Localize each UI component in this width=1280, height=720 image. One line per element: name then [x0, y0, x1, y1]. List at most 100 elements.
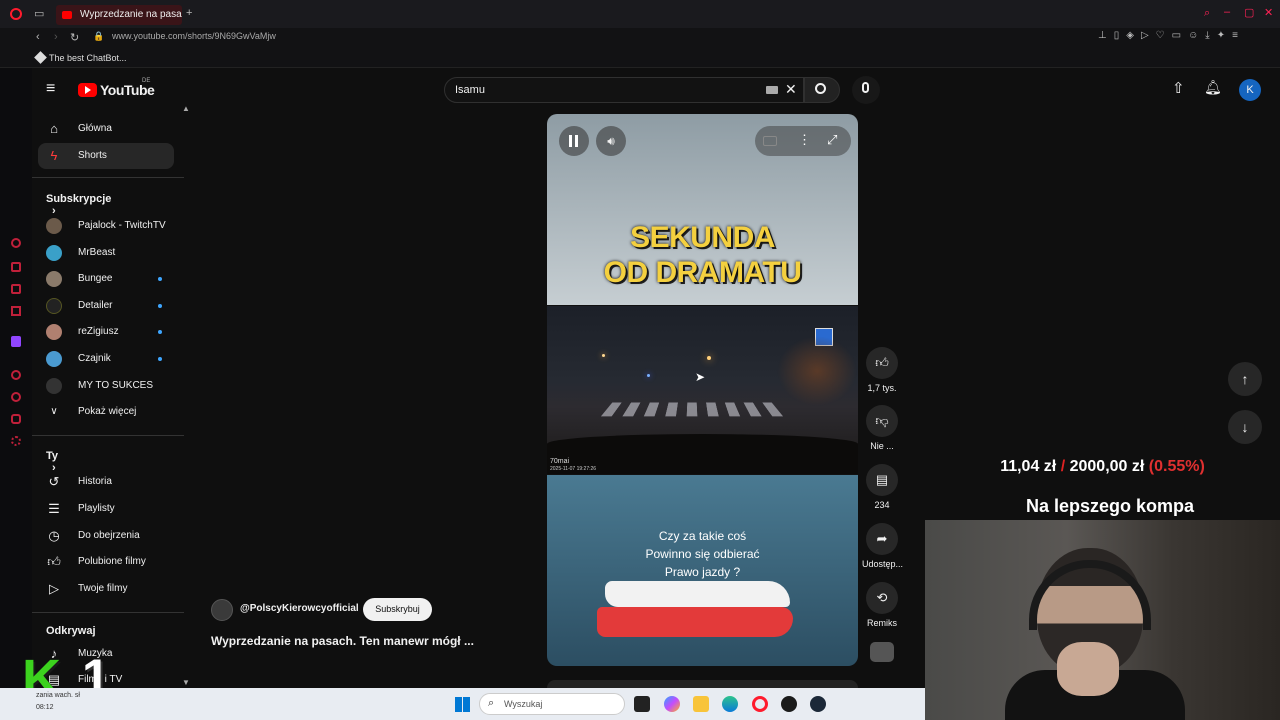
- channel-avatar[interactable]: [211, 599, 233, 621]
- donation-current: 11,04 zł: [1000, 458, 1057, 475]
- opera-logo-icon[interactable]: [10, 8, 22, 20]
- download-icon[interactable]: ⤓: [1205, 30, 1216, 41]
- like-button[interactable]: 👍︎ 1,7 tys.: [862, 347, 902, 393]
- channel-avatar: [46, 378, 62, 394]
- tab-overview-icon[interactable]: ▭: [34, 7, 44, 20]
- fullscreen-icon[interactable]: ⤢: [827, 132, 837, 148]
- sidebar-settings-icon[interactable]: [11, 436, 21, 446]
- browser-toolbar-icons: ⊥▯◈▷♡▭☺⤓✦≡: [1098, 30, 1245, 41]
- pin-icon[interactable]: ⊥: [1098, 30, 1114, 41]
- url-field[interactable]: www.youtube.com/shorts/9N69GwVaMjw: [112, 31, 276, 41]
- sidebar-item-your-videos[interactable]: ▷ Twoje filmy: [38, 576, 174, 602]
- close-window-icon[interactable]: ✕: [1264, 6, 1273, 19]
- share-button[interactable]: ➦ Udostęp...: [862, 523, 903, 569]
- taskbar-search-input[interactable]: Wyszukaj: [504, 699, 542, 709]
- upload-icon[interactable]: ⇧: [1172, 79, 1185, 97]
- sidebar-player-icon[interactable]: [11, 370, 21, 380]
- captions-icon[interactable]: [763, 136, 777, 146]
- subscription-item[interactable]: Detailer: [38, 293, 174, 319]
- copilot-icon[interactable]: [664, 696, 680, 712]
- tab-active[interactable]: Wyprzedzanie na pasa: [56, 5, 182, 25]
- youtube-favicon-icon: [62, 11, 72, 19]
- clear-search-icon[interactable]: ✕: [785, 81, 797, 98]
- sidebar-scroll-up-icon[interactable]: ▲: [182, 104, 190, 113]
- sidebar-twitch-icon[interactable]: [11, 336, 21, 347]
- play-icon[interactable]: ▷: [1141, 30, 1156, 41]
- hamburger-menu-icon[interactable]: ≡: [46, 80, 55, 98]
- volume-icon: 🔊︎: [607, 134, 615, 148]
- steam-icon[interactable]: [810, 696, 826, 712]
- previous-short-button[interactable]: ↑: [1228, 362, 1262, 396]
- sidebar-item-home[interactable]: ⌂ Główna: [38, 116, 174, 142]
- youtube-logo-text: YouTube: [100, 82, 155, 98]
- sidebar-item-playlists[interactable]: ☰ Playlisty: [38, 496, 174, 522]
- task-view-icon[interactable]: [634, 696, 650, 712]
- avatar[interactable]: K: [1239, 79, 1261, 101]
- subscription-item[interactable]: Czajnik: [38, 346, 174, 372]
- taskbar-search[interactable]: ⌕ Wyszukaj: [479, 693, 625, 715]
- subscribe-button[interactable]: Subskrybuj: [363, 598, 432, 621]
- keyboard-icon[interactable]: [766, 86, 778, 94]
- shorts-icon: ϟ: [50, 148, 58, 163]
- notifications-bell-icon[interactable]: 🔔︎: [1204, 79, 1222, 96]
- more-options-icon[interactable]: ⋮: [798, 132, 811, 148]
- subscription-item[interactable]: Bungee: [38, 266, 174, 292]
- next-short-button[interactable]: ↓: [1228, 410, 1262, 444]
- volume-button[interactable]: 🔊︎: [596, 126, 626, 156]
- search-box[interactable]: Isamu ✕: [444, 77, 804, 103]
- pause-button[interactable]: [559, 126, 589, 156]
- channel-name[interactable]: @PolscyKierowcyofficial: [240, 603, 359, 614]
- sidebar-scroll-down-icon[interactable]: ▼: [182, 678, 190, 687]
- comments-button[interactable]: ▤ 234: [862, 464, 902, 510]
- shorts-player[interactable]: SEKUNDA OD DRAMATU 70mai 2025-11-07 19:2…: [547, 114, 858, 666]
- windows-start-icon[interactable]: [455, 697, 470, 712]
- reload-icon[interactable]: ↻: [70, 31, 79, 44]
- forward-icon[interactable]: ›: [54, 31, 58, 43]
- subscription-item[interactable]: MY TO SUKCES: [38, 373, 174, 399]
- search-button[interactable]: [804, 77, 840, 103]
- ai-icon[interactable]: ✦: [1217, 30, 1232, 41]
- minimize-icon[interactable]: –: [1224, 6, 1230, 18]
- opera-taskbar-icon[interactable]: [752, 696, 768, 712]
- sidebar-shop-icon[interactable]: [11, 262, 21, 272]
- app-icon[interactable]: [781, 696, 797, 712]
- thumb-down-icon: 👎︎: [866, 405, 898, 437]
- subscription-item[interactable]: Pajalock - TwitchTV: [38, 213, 174, 239]
- search-icon: [815, 83, 826, 94]
- edge-icon[interactable]: [722, 696, 738, 712]
- subscription-item[interactable]: reZigiusz: [38, 319, 174, 345]
- sidebar-item-liked[interactable]: 👍︎ Polubione filmy: [38, 549, 174, 575]
- sidebar-news-icon[interactable]: [11, 306, 21, 316]
- video-title[interactable]: Wyprzedzanie na pasach. Ten manewr mógł …: [211, 634, 474, 648]
- wallet-icon[interactable]: ▭: [1172, 30, 1188, 41]
- overlay-title-line: SEKUNDA: [630, 221, 775, 254]
- sound-thumbnail[interactable]: [870, 642, 894, 662]
- maximize-icon[interactable]: ▢: [1244, 6, 1254, 19]
- remix-button[interactable]: ⟲ Remiks: [862, 582, 902, 628]
- dislike-button[interactable]: 👎︎ Nie ...: [862, 405, 902, 451]
- bookmark-icon[interactable]: ▯: [1114, 30, 1127, 41]
- voice-search-button[interactable]: [852, 76, 880, 104]
- sidebar-item-shorts[interactable]: ϟ Shorts: [38, 143, 174, 169]
- sidebar-aria-icon[interactable]: [11, 238, 21, 248]
- file-explorer-icon[interactable]: [693, 696, 709, 712]
- subscription-item[interactable]: MrBeast: [38, 240, 174, 266]
- sidebar-history-icon[interactable]: [11, 392, 21, 402]
- sidebar-item-history[interactable]: ↺ Historia: [38, 469, 174, 495]
- heart-icon[interactable]: ♡: [1156, 30, 1172, 41]
- account-icon[interactable]: ☺: [1188, 30, 1205, 41]
- sidebar-item-watch-later[interactable]: ◷ Do obejrzenia: [38, 523, 174, 549]
- sidebar-extensions-icon[interactable]: [11, 414, 21, 424]
- sidebar-game-icon[interactable]: [11, 284, 21, 294]
- trees: [777, 336, 857, 406]
- bookmark-chatbot[interactable]: The best ChatBot...: [49, 53, 127, 63]
- new-content-dot: [158, 330, 162, 334]
- back-icon[interactable]: ‹: [36, 31, 40, 43]
- search-tabs-icon[interactable]: ⌕: [1204, 7, 1210, 20]
- show-more-button[interactable]: ∨ Pokaż więcej: [38, 399, 174, 425]
- avatar-initial: K: [1246, 84, 1254, 96]
- new-tab-icon[interactable]: +: [186, 7, 192, 19]
- shield-icon[interactable]: ◈: [1126, 30, 1141, 41]
- search-input[interactable]: Isamu: [455, 84, 485, 96]
- menu-icon[interactable]: ≡: [1232, 30, 1245, 41]
